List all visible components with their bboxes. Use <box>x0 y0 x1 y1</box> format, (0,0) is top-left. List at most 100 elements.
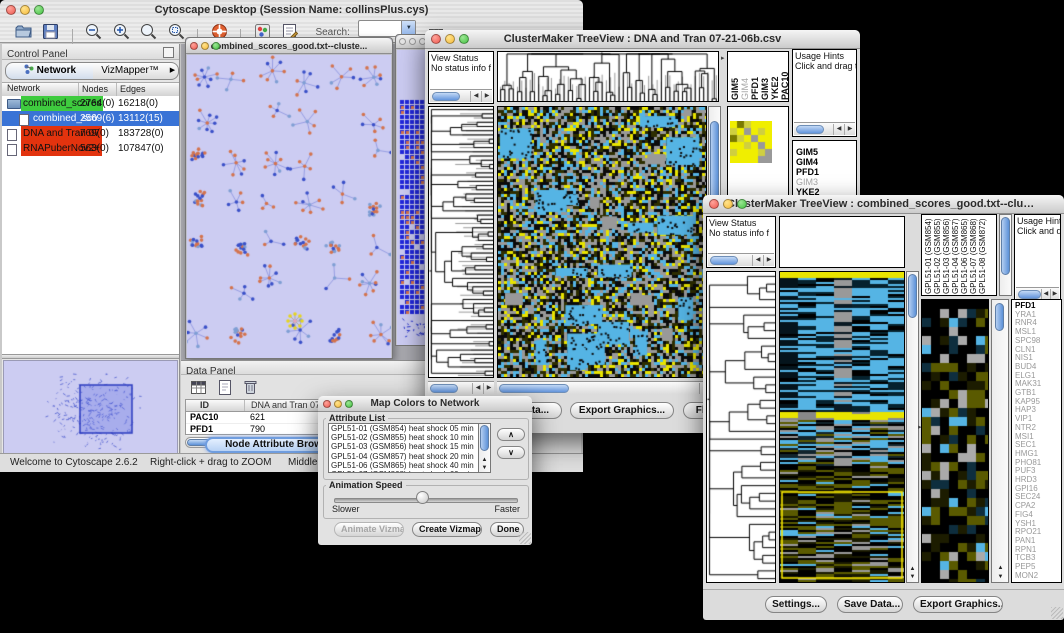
network-tree-row[interactable]: DNA and Tran 07769(0)183728(0) <box>2 126 179 141</box>
scrollbar-thumb[interactable] <box>430 384 458 393</box>
scroll-left-icon[interactable]: ◀ <box>470 91 481 102</box>
resize-grip[interactable] <box>1051 607 1063 619</box>
correlation-matrix-canvas[interactable] <box>730 121 772 163</box>
attribute-list-item[interactable]: GPL51-06 (GSM865) heat shock 40 min <box>329 461 478 470</box>
gene-row-label[interactable]: GIM3 <box>796 177 856 187</box>
expander-icon[interactable]: ▸ <box>721 54 725 62</box>
scrollbar-thumb[interactable] <box>710 256 738 265</box>
animate-vizmap-button[interactable]: Animate Vizmap <box>334 522 404 537</box>
save-icon[interactable] <box>41 22 60 41</box>
close-button[interactable] <box>431 34 441 44</box>
tv2-column-dendrogram[interactable] <box>779 216 905 268</box>
tv1-heatmap-hscrollbar[interactable]: ◀▶ <box>497 381 721 394</box>
tv2-zoom-panel[interactable] <box>921 299 989 583</box>
tv1-row-dendrogram[interactable] <box>428 106 494 378</box>
scroll-left-icon[interactable]: ◀ <box>833 124 844 135</box>
gene-column-label[interactable]: PAC10 <box>780 53 789 100</box>
scroll-up-icon[interactable]: ▲ <box>995 564 1006 572</box>
network-tree-row[interactable]: RNAPuberNov2+563(0)107847(0) <box>2 141 179 156</box>
scroll-left-icon[interactable]: ◀ <box>472 383 483 394</box>
attribute-list-item[interactable]: GPL51-03 (GSM856) heat shock 15 min <box>329 442 478 451</box>
tv2-row-dendrogram[interactable] <box>706 271 776 583</box>
treeview1-titlebar[interactable]: ClusterMaker TreeView : DNA and Tran 07-… <box>425 30 860 49</box>
zoom-button[interactable] <box>212 42 220 50</box>
scrollbar-thumb[interactable] <box>796 125 824 134</box>
tab-vizmapper[interactable]: VizMapper™ <box>93 62 168 80</box>
zoom-button[interactable] <box>737 199 747 209</box>
network-overview-canvas[interactable] <box>4 361 177 457</box>
scrollbar-thumb[interactable] <box>432 92 460 101</box>
minimize-button[interactable] <box>409 38 416 45</box>
open-folder-icon[interactable] <box>14 22 33 41</box>
gene-row-label[interactable]: PFD1 <box>796 167 856 177</box>
delete-attribute-icon[interactable] <box>241 378 260 397</box>
network-overview-panel[interactable] <box>3 360 178 458</box>
scroll-right-icon[interactable]: ▶ <box>844 124 855 135</box>
tv1-heatmap[interactable] <box>497 106 707 378</box>
table-icon[interactable] <box>189 378 208 397</box>
attribute-list-item[interactable]: GPL51-02 (GSM855) heat shock 10 min <box>329 433 478 442</box>
resize-grip[interactable] <box>519 532 531 544</box>
minimize-button[interactable] <box>723 199 733 209</box>
scroll-left-icon[interactable]: ◀ <box>752 255 763 266</box>
scroll-left-icon[interactable]: ◀ <box>1041 289 1050 300</box>
scroll-right-icon[interactable]: ▶ <box>763 255 774 266</box>
minimize-button[interactable] <box>20 5 30 15</box>
zoom-selected-icon[interactable] <box>167 22 186 41</box>
gene-row-label[interactable]: GIM4 <box>796 157 856 167</box>
network-tree-row[interactable]: combined_scores2764(0)16218(0) <box>2 96 179 111</box>
zoom-button[interactable] <box>459 34 469 44</box>
settings-button[interactable]: Settings... <box>765 596 827 613</box>
minimize-button[interactable] <box>445 34 455 44</box>
attribute-list-item[interactable]: GPL51-04 (GSM857) heat shock 20 min <box>329 452 478 461</box>
close-button[interactable] <box>6 5 16 15</box>
tv2-zoom-vscrollbar[interactable]: ▲ ▼ <box>991 299 1009 583</box>
dialog-titlebar[interactable]: Map Colors to Network <box>318 396 532 412</box>
scroll-down-icon[interactable]: ▼ <box>479 464 490 472</box>
network-table-header[interactable]: Network Nodes Edges <box>2 82 179 97</box>
attribute-list-vscrollbar[interactable]: ▲ ▼ <box>478 423 491 473</box>
array-column-label[interactable]: GPL51-08 (GSM872) <box>978 216 987 294</box>
mini-scrollbar[interactable]: ◀▶ <box>430 89 492 102</box>
network-tree-row[interactable]: combined_sco2569(6)13112(15) <box>2 111 179 126</box>
zoom-out-icon[interactable] <box>84 22 103 41</box>
gene-column-label[interactable]: YKE2 <box>770 53 780 100</box>
speed-slider-thumb[interactable] <box>416 491 429 504</box>
save-data-button[interactable]: Save Data... <box>837 596 903 613</box>
tab-overflow-button[interactable]: ▶ <box>167 62 179 80</box>
tv2-column-labels-vscrollbar[interactable] <box>999 214 1012 296</box>
close-button[interactable] <box>709 199 719 209</box>
array-column-label[interactable]: GPL51-07 (GSM868) <box>969 216 978 294</box>
gene-column-label[interactable]: PFD1 <box>750 53 760 100</box>
network-view-titlebar[interactable]: combined_scores_good.txt--cluste... <box>186 38 392 54</box>
scrollbar-thumb[interactable] <box>499 384 569 393</box>
export-graphics-button[interactable]: Export Graphics... <box>570 402 674 419</box>
export-graphics-button[interactable]: Export Graphics... <box>913 596 1003 613</box>
zoom-fit-icon[interactable] <box>139 22 158 41</box>
float-panel-icon[interactable] <box>163 47 174 58</box>
column-header-id[interactable]: ID <box>200 400 209 410</box>
gene-row-label[interactable]: MON2 <box>1015 572 1061 581</box>
tv2-heatmap[interactable] <box>779 271 905 583</box>
move-up-button[interactable]: ∧ <box>497 428 525 441</box>
gene-row-label[interactable]: GIM5 <box>796 147 856 157</box>
scroll-up-icon[interactable]: ▲ <box>907 565 918 573</box>
zoom-in-icon[interactable] <box>112 22 131 41</box>
array-column-label[interactable]: GPL51-04 (GSM857) <box>951 216 960 294</box>
network-graph-canvas[interactable] <box>187 55 391 358</box>
scroll-right-icon[interactable]: ▶ <box>481 91 492 102</box>
tv1-dendro-hscrollbar[interactable]: ◀▶ <box>428 381 494 394</box>
array-column-label[interactable]: GPL51-03 (GSM856) <box>942 216 951 294</box>
array-column-label[interactable]: GPL51-02 (GSM855) <box>933 216 942 294</box>
scroll-down-icon[interactable]: ▼ <box>995 573 1006 581</box>
array-column-label[interactable]: GPL51-06 (GSM865) <box>960 216 969 294</box>
close-button[interactable] <box>190 42 198 50</box>
scrollbar-thumb[interactable] <box>1001 217 1010 275</box>
zoom-button[interactable] <box>345 400 353 408</box>
scroll-right-icon[interactable]: ▶ <box>1050 289 1059 300</box>
move-down-button[interactable]: ∨ <box>497 446 525 459</box>
main-titlebar[interactable]: Cytoscape Desktop (Session Name: collins… <box>0 0 583 21</box>
zoom-button[interactable] <box>34 5 44 15</box>
panel-splitter[interactable] <box>2 354 179 359</box>
scrollbar-thumb[interactable] <box>995 303 1004 331</box>
